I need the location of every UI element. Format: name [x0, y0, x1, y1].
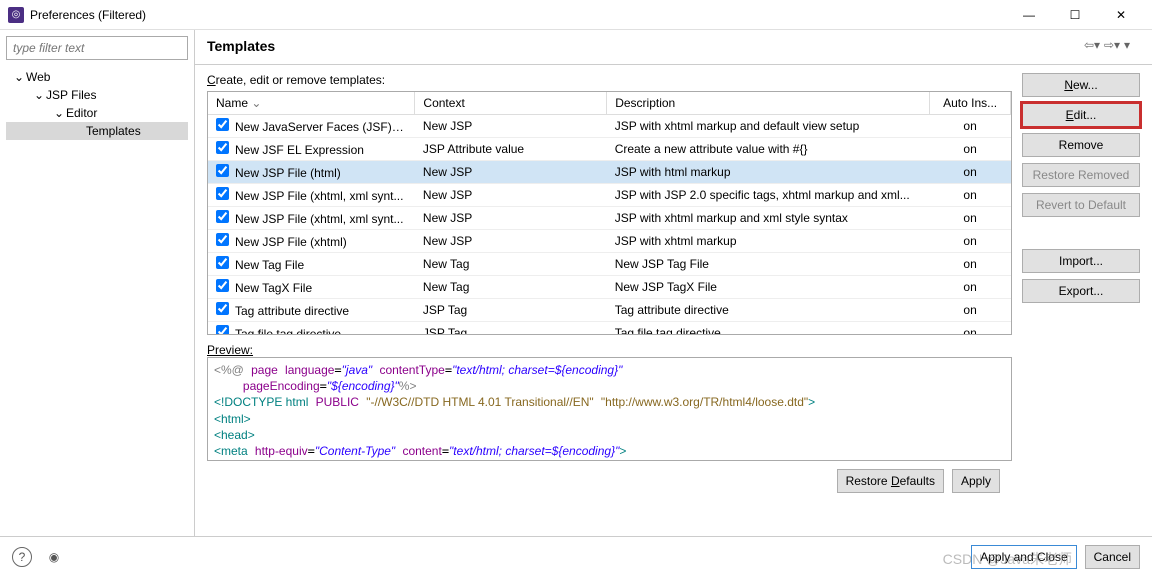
row-checkbox[interactable] [216, 325, 229, 335]
export-button[interactable]: Export... [1022, 279, 1140, 303]
table-row[interactable]: New JSP File (xhtml, xml synt...New JSPJ… [208, 184, 1011, 207]
app-icon [8, 7, 24, 23]
apply-and-close-button[interactable]: Apply and Close [971, 545, 1076, 569]
window-title: Preferences (Filtered) [30, 8, 1006, 22]
target-icon[interactable]: ◉ [44, 547, 64, 567]
maximize-button[interactable]: ☐ [1052, 0, 1098, 30]
forward-icon[interactable]: ⇨▾ [1104, 38, 1120, 54]
menu-icon[interactable]: ▾ [1124, 38, 1140, 54]
row-checkbox[interactable] [216, 279, 229, 292]
row-checkbox[interactable] [216, 141, 229, 154]
col-header-auto[interactable]: Auto Ins... [930, 92, 1011, 115]
sidebar: ⌄Web⌄JSP Files⌄EditorTemplates [0, 30, 195, 536]
new-button[interactable]: New... [1022, 73, 1140, 97]
row-checkbox[interactable] [216, 164, 229, 177]
page-title: Templates [207, 38, 1080, 54]
tree: ⌄Web⌄JSP Files⌄EditorTemplates [0, 66, 194, 536]
table-row[interactable]: Tag file tag directiveJSP TagTag file ta… [208, 322, 1011, 336]
edit-button[interactable]: Edit... [1022, 103, 1140, 127]
table-row[interactable]: New JSP File (xhtml, xml synt...New JSPJ… [208, 207, 1011, 230]
back-icon[interactable]: ⇦▾ [1084, 38, 1100, 54]
row-checkbox[interactable] [216, 256, 229, 269]
row-checkbox[interactable] [216, 118, 229, 131]
import-button[interactable]: Import... [1022, 249, 1140, 273]
help-icon[interactable]: ? [12, 547, 32, 567]
col-header-name[interactable]: Name [208, 92, 415, 115]
row-checkbox[interactable] [216, 210, 229, 223]
tree-item-editor[interactable]: ⌄Editor [6, 104, 188, 122]
tree-item-templates[interactable]: Templates [6, 122, 188, 140]
minimize-button[interactable]: — [1006, 0, 1052, 30]
close-button[interactable]: ✕ [1098, 0, 1144, 30]
templates-table[interactable]: Name Context Description Auto Ins... New… [207, 91, 1012, 335]
templates-description: Create, edit or remove templates: [207, 73, 1012, 87]
col-header-description[interactable]: Description [607, 92, 930, 115]
revert-default-button: Revert to Default [1022, 193, 1140, 217]
table-row[interactable]: New TagX FileNew TagNew JSP TagX Fileon [208, 276, 1011, 299]
restore-removed-button: Restore Removed [1022, 163, 1140, 187]
table-row[interactable]: New JSF EL ExpressionJSP Attribute value… [208, 138, 1011, 161]
preview-label: Preview: [207, 343, 1012, 357]
preview-box[interactable]: <%@ page language="java" contentType="te… [207, 357, 1012, 461]
table-row[interactable]: New JSP File (xhtml)New JSPJSP with xhtm… [208, 230, 1011, 253]
tree-item-jsp-files[interactable]: ⌄JSP Files [6, 86, 188, 104]
filter-input[interactable] [6, 36, 188, 60]
tree-item-web[interactable]: ⌄Web [6, 68, 188, 86]
row-checkbox[interactable] [216, 302, 229, 315]
table-row[interactable]: Tag attribute directiveJSP TagTag attrib… [208, 299, 1011, 322]
table-row[interactable]: New JavaServer Faces (JSF) P...New JSPJS… [208, 115, 1011, 138]
apply-button[interactable]: Apply [952, 469, 1000, 493]
row-checkbox[interactable] [216, 187, 229, 200]
table-row[interactable]: New JSP File (html)New JSPJSP with html … [208, 161, 1011, 184]
col-header-context[interactable]: Context [415, 92, 607, 115]
row-checkbox[interactable] [216, 233, 229, 246]
titlebar: Preferences (Filtered) — ☐ ✕ [0, 0, 1152, 30]
restore-defaults-button[interactable]: Restore Defaults [837, 469, 944, 493]
cancel-button[interactable]: Cancel [1085, 545, 1140, 569]
remove-button[interactable]: Remove [1022, 133, 1140, 157]
table-row[interactable]: New Tag FileNew TagNew JSP Tag Fileon [208, 253, 1011, 276]
